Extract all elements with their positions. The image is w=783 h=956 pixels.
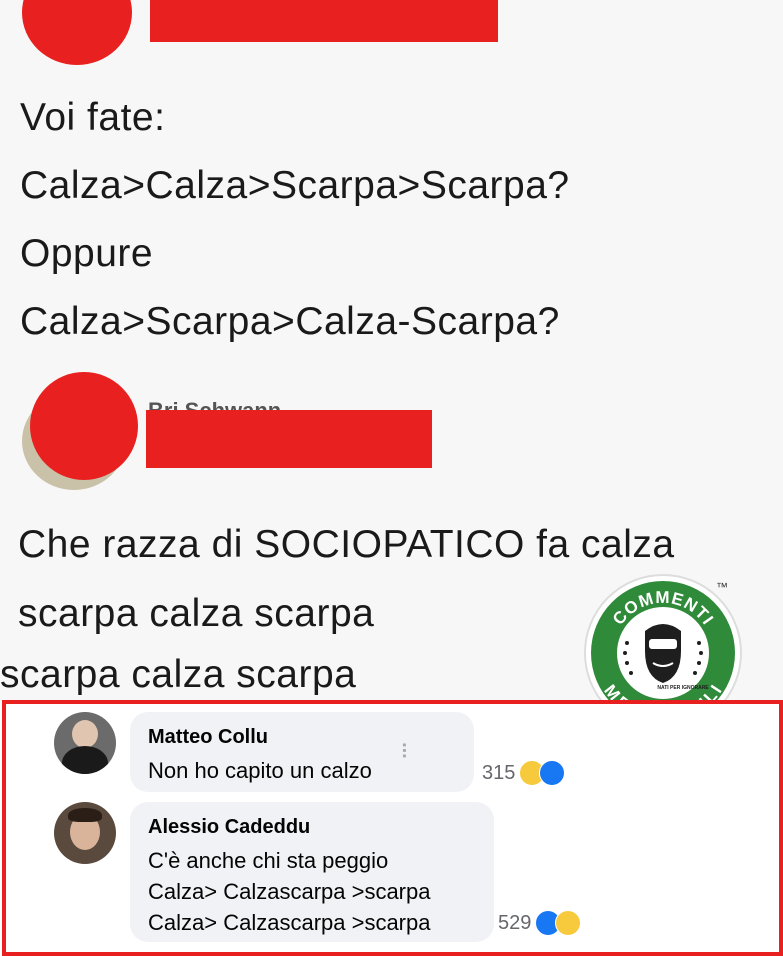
reply-author-name-redacted [146,410,432,468]
comment-text-line: Calza> Calzascarpa >scarpa [148,910,431,935]
reply-author-partial-name: Bri Schwann [148,398,281,410]
comment-author-name[interactable]: Alessio Cadeddu [148,816,310,839]
more-options-icon[interactable]: ⠇ [400,740,415,765]
author-name-redacted [150,0,498,42]
comment-avatar[interactable] [54,802,116,864]
comments-highlight-frame: Matteo Collu Non ho capito un calzo ⠇ 31… [2,700,783,956]
haha-icon [555,910,582,936]
reaction-count: 315 [482,761,516,784]
comment-text-line: Calza> Calzascarpa >scarpa [148,879,431,904]
comment-avatar[interactable] [54,712,116,774]
reply-line-3: scarpa calza scarpa [0,653,357,696]
comment-reactions[interactable]: 315 [482,760,566,786]
reply-line-2: scarpa calza scarpa [18,592,375,635]
comment-text: Non ho capito un calzo [148,758,372,783]
reply-avatar-redacted [30,372,138,480]
post-line-4: Calza>Scarpa>Calza-Scarpa? [20,300,560,343]
reply-line-1: Che razza di SOCIOPATICO fa calza [18,523,675,566]
post-line-1: Voi fate: [20,96,166,139]
logo-tagline: NATI PER IGNORARE [657,685,709,691]
comment-author-name[interactable]: Matteo Collu [148,726,268,749]
comment-reactions[interactable]: 529 [498,910,582,936]
trademark-symbol: ™ [716,580,728,594]
author-avatar-redacted [22,0,132,65]
reaction-count: 529 [498,911,532,934]
post-line-3: Oppure [20,232,154,275]
post-line-2: Calza>Calza>Scarpa>Scarpa? [20,164,570,207]
like-icon [539,760,566,786]
comment-text-line: C'è anche chi sta peggio [148,848,389,873]
